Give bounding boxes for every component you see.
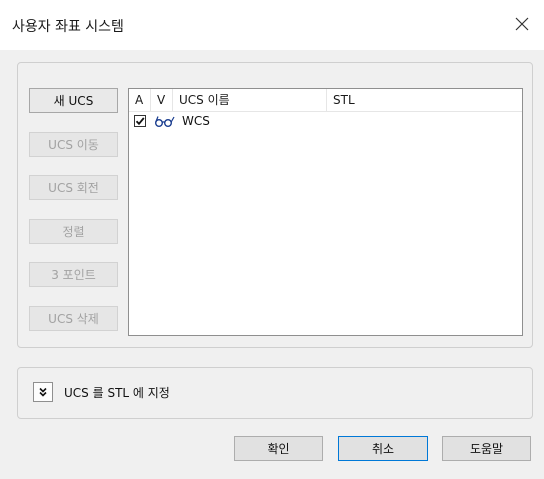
column-header-ucs-name[interactable]: UCS 이름	[173, 89, 327, 111]
three-point-button: 3 포인트	[29, 262, 118, 287]
list-item[interactable]: WCS	[129, 112, 522, 132]
list-header: A V UCS 이름 STL	[129, 89, 522, 112]
rotate-ucs-button: UCS 회전	[29, 175, 118, 200]
column-header-active[interactable]: A	[129, 89, 151, 111]
assign-toggle-button[interactable]	[33, 382, 53, 402]
cancel-button[interactable]: 취소	[338, 436, 428, 461]
glasses-icon[interactable]	[153, 114, 177, 131]
help-button[interactable]: 도움말	[442, 436, 531, 461]
ucs-list[interactable]: A V UCS 이름 STL WCS	[128, 88, 523, 336]
move-ucs-button: UCS 이동	[29, 132, 118, 157]
column-header-visible[interactable]: V	[151, 89, 173, 111]
align-button: 정렬	[29, 219, 118, 244]
chevrons-down-icon	[39, 387, 47, 397]
window-title: 사용자 좌표 시스템	[12, 19, 124, 35]
close-icon	[515, 17, 529, 31]
assign-stl-group: UCS 를 STL 에 지정	[17, 367, 533, 419]
close-button[interactable]	[508, 10, 536, 38]
ucs-group-box: 새 UCS UCS 이동 UCS 회전 정렬 3 포인트 UCS 삭제 A V …	[17, 62, 533, 348]
title-bar: 사용자 좌표 시스템	[0, 0, 544, 50]
dialog-body: 새 UCS UCS 이동 UCS 회전 정렬 3 포인트 UCS 삭제 A V …	[0, 50, 544, 479]
checkmark-icon	[135, 117, 145, 126]
new-ucs-button[interactable]: 새 UCS	[29, 88, 118, 113]
delete-ucs-button: UCS 삭제	[29, 306, 118, 331]
ucs-name-cell: WCS	[182, 114, 210, 128]
ok-button[interactable]: 확인	[234, 436, 323, 461]
active-checkbox[interactable]	[134, 115, 146, 127]
assign-ucs-label: UCS 를 STL 에 지정	[64, 386, 170, 400]
column-header-stl[interactable]: STL	[327, 89, 522, 111]
